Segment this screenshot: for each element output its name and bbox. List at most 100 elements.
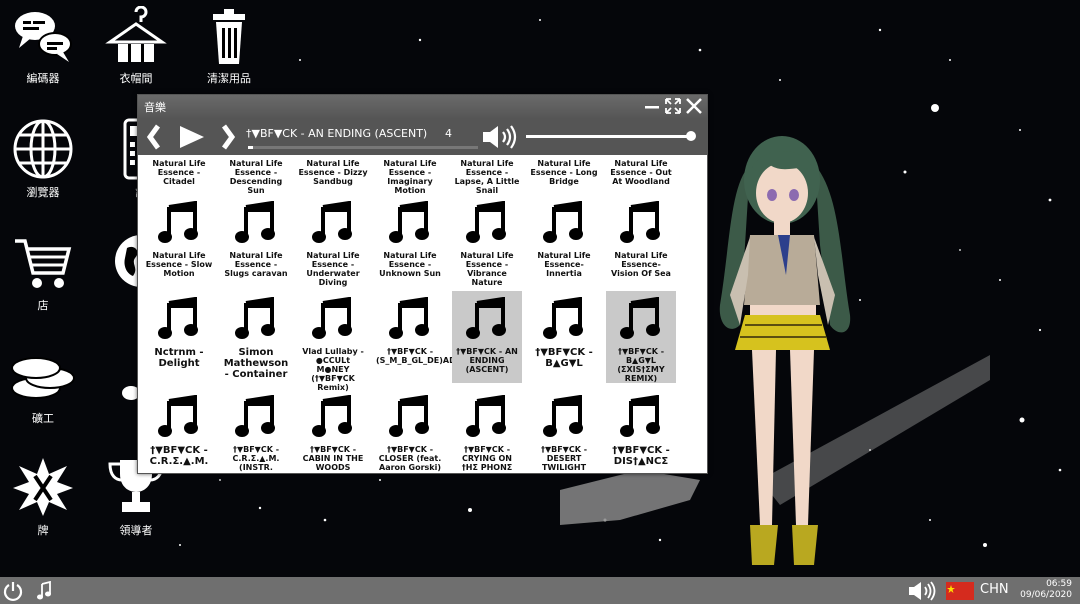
- music-note-icon: [543, 201, 583, 243]
- desktop-icon-label: 牌: [37, 524, 49, 537]
- music-note-icon: [389, 395, 429, 437]
- track-name: Nctrnm - Delight: [154, 347, 204, 369]
- track-number: 4: [445, 127, 452, 140]
- desktop-icon-shop[interactable]: 店: [0, 233, 88, 313]
- music-note-icon[interactable]: [36, 581, 52, 601]
- music-note-icon: [620, 395, 660, 437]
- play-icon[interactable]: [178, 124, 206, 150]
- track-label[interactable]: Natural Life Essence - Out At Woodland: [606, 159, 676, 186]
- track-name: †▼BF▼CK - DESERT TWILIGHT (feat.: [540, 445, 588, 473]
- track-item[interactable]: †▼BF▼CK - B▲G▼L: [529, 291, 599, 383]
- music-note-icon: [389, 297, 429, 339]
- volume-slider[interactable]: [526, 130, 698, 142]
- system-clock: 06:59 09/06/2020: [1020, 579, 1072, 601]
- volume-icon[interactable]: [481, 124, 519, 150]
- track-name: †▼BF▼CK - (S_M_B_GL_DE)AD: [376, 347, 456, 365]
- desktop-icon-browser[interactable]: 瀏覽器: [0, 118, 88, 200]
- window-titlebar[interactable]: 音樂: [138, 95, 707, 118]
- track-item[interactable]: †▼BF▼CK - DIS†▲NCΣ: [606, 389, 676, 473]
- track-item[interactable]: †▼BF▼CK - B▲G▼L (ΣXIS†ΣMY REMIX): [606, 291, 676, 383]
- track-item[interactable]: Simon Mathewson - Container: [221, 291, 291, 383]
- close-icon[interactable]: [685, 97, 703, 115]
- track-name: †▼BF▼CK - C.R.Σ.▲.M.: [149, 445, 209, 467]
- track-label[interactable]: Natural Life Essence - Citadel: [144, 159, 214, 186]
- language-indicator[interactable]: CHN: [980, 582, 1009, 597]
- track-name: †▼BF▼CK - C.R.Σ.▲.M. (INSTR. BONUS): [232, 445, 280, 473]
- track-item[interactable]: Natural Life Essence - Unknown Sun: [375, 195, 445, 287]
- music-note-icon: [312, 395, 352, 437]
- desktop-icon-label: 清潔用品: [207, 72, 251, 85]
- track-name: Natural Life Essence - Underwater Diving: [306, 251, 360, 287]
- track-item[interactable]: Natural Life Essence - Slugs caravan: [221, 195, 291, 287]
- music-note-icon: [620, 297, 660, 339]
- track-item[interactable]: Natural Life Essence - Underwater Diving: [298, 195, 368, 287]
- music-note-icon: [235, 201, 275, 243]
- desktop-icon-label: 礦工: [32, 412, 54, 425]
- track-name: Natural Life Essence- Innertia: [537, 251, 591, 278]
- chat-bubbles-icon: [15, 12, 72, 62]
- music-note-icon: [158, 395, 198, 437]
- desktop-icon-wardrobe[interactable]: 衣帽間: [91, 6, 181, 86]
- track-item[interactable]: †▼BF▼CK - CLOSER (feat. Aaron Gorski): [375, 389, 445, 473]
- track-name: †▼BF▼CK - CABIN IN THE WOODS: [302, 445, 364, 472]
- minimize-icon[interactable]: [643, 97, 661, 115]
- cards-icon: [13, 458, 73, 516]
- track-label[interactable]: Natural Life Essence - Imaginary Motion: [375, 159, 445, 195]
- hanger-icon: [105, 6, 167, 62]
- track-progress-bar[interactable]: [248, 146, 478, 149]
- power-icon[interactable]: [2, 580, 24, 602]
- music-note-icon: [466, 395, 506, 437]
- track-item[interactable]: Natural Life Essence - Vibrance Nature: [452, 195, 522, 287]
- desktop-icon-label: 店: [37, 299, 49, 312]
- track-item[interactable]: †▼BF▼CK - C.R.Σ.▲.M. (INSTR. BONUS): [221, 389, 291, 473]
- track-item[interactable]: †▼BF▼CK - DESERT TWILIGHT (feat.: [529, 389, 599, 473]
- track-item[interactable]: †▼BF▼CK - AN ENDING (ASCENT): [452, 291, 522, 383]
- desktop-icon-encoder[interactable]: 編碼器: [0, 6, 88, 86]
- window-title: 音樂: [144, 101, 166, 114]
- scrollbar[interactable]: [701, 155, 707, 473]
- track-item[interactable]: †▼BF▼CK - CABIN IN THE WOODS: [298, 389, 368, 473]
- music-note-icon: [312, 297, 352, 339]
- speaker-icon[interactable]: [908, 580, 938, 602]
- track-item[interactable]: †▼BF▼CK - (S_M_B_GL_DE)AD: [375, 291, 456, 383]
- music-note-icon: [158, 297, 198, 339]
- track-name: †▼BF▼CK - AN ENDING (ASCENT): [456, 347, 518, 374]
- track-item[interactable]: Natural Life Essence- Vision Of Sea: [606, 195, 676, 287]
- track-label[interactable]: Natural Life Essence - Descending Sun: [221, 159, 291, 195]
- music-note-icon: [235, 297, 275, 339]
- clock-date: 09/06/2020: [1020, 590, 1072, 600]
- music-note-icon: [466, 201, 506, 243]
- clock-time: 06:59: [1046, 579, 1072, 589]
- track-name: Natural Life Essence - Unknown Sun: [379, 251, 441, 278]
- music-note-icon: [235, 395, 275, 437]
- desktop-icon-cleaning[interactable]: 清潔用品: [184, 6, 274, 86]
- track-label[interactable]: Natural Life Essence - Lapse, A Little S…: [452, 159, 522, 195]
- track-item[interactable]: Natural Life Essence- Innertia: [529, 195, 599, 287]
- desktop-icon-cards[interactable]: 牌: [0, 456, 88, 538]
- china-flag-icon: [946, 582, 974, 600]
- track-name: Vlad Lullaby - ●CCULt M●NEY (†▼BF▼CK Rem…: [302, 347, 364, 392]
- desktop-character: [719, 136, 851, 565]
- track-item[interactable]: Vlad Lullaby - ●CCULt M●NEY (†▼BF▼CK Rem…: [298, 291, 368, 392]
- track-item[interactable]: Natural Life Essence - Slow Motion: [144, 195, 214, 287]
- track-label[interactable]: Natural Life Essence - Long Bridge: [529, 159, 599, 186]
- track-name: †▼BF▼CK - B▲G▼L: [535, 347, 593, 369]
- track-name: †▼BF▼CK - DIS†▲NCΣ: [612, 445, 670, 467]
- trash-icon: [213, 9, 245, 64]
- track-item[interactable]: †▼BF▼CK - CRYING ON †HΣ PHONΣ (feat. Vla…: [452, 389, 522, 473]
- desktop-icon-label: 衣帽間: [119, 72, 153, 85]
- music-note-icon: [543, 395, 583, 437]
- track-item[interactable]: †▼BF▼CK - C.R.Σ.▲.M.: [144, 389, 214, 473]
- track-item[interactable]: Nctrnm - Delight: [144, 291, 214, 383]
- next-track-icon[interactable]: [218, 124, 238, 150]
- previous-track-icon[interactable]: [144, 124, 164, 150]
- music-note-icon: [312, 201, 352, 243]
- maximize-icon[interactable]: [664, 97, 682, 115]
- track-name: †▼BF▼CK - B▲G▼L (ΣXIS†ΣMY REMIX): [617, 347, 665, 383]
- music-player-window: 音樂 †▼BF▼CK - AN ENDING (ASCENT) 4 Natura…: [137, 94, 708, 474]
- desktop-icon-miner[interactable]: 礦工: [0, 350, 88, 426]
- taskbar: CHN 06:59 09/06/2020: [0, 577, 1080, 604]
- globe-icon: [13, 119, 73, 179]
- track-grid: Natural Life Essence - Citadel Natural Li…: [138, 155, 701, 473]
- track-label[interactable]: Natural Life Essence - Dizzy Sandbug: [298, 159, 368, 186]
